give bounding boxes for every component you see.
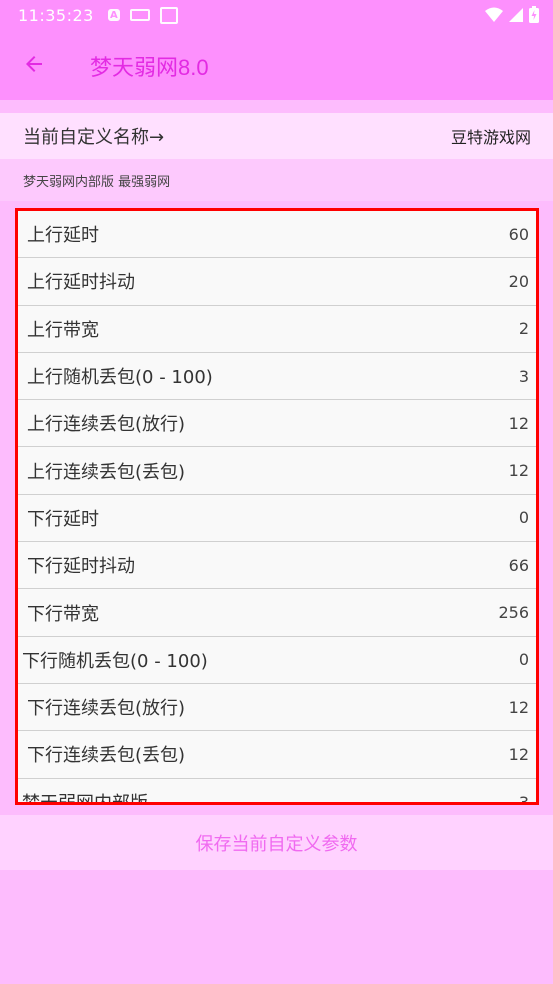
back-arrow-icon[interactable] [22,52,46,76]
setting-label: 上行随机丢包(0 - 100) [27,367,213,389]
setting-value: 12 [508,413,529,433]
setting-row[interactable]: 下行连续丢包(丢包) 12 [18,731,536,779]
setting-row[interactable]: 下行随机丢包(0 - 100) 0 [18,637,536,684]
setting-label: 上行延时抖动 [27,272,135,294]
status-icons-right [485,6,539,23]
setting-value: 256 [498,603,529,623]
subtitle-text: 梦天弱网内部版 最强弱网 [23,174,171,190]
setting-row[interactable]: 下行延时 0 [18,495,536,543]
setting-label: 下行连续丢包(丢包) [27,745,186,767]
setting-label: 下行连续丢包(放行) [27,698,186,720]
setting-value: 2 [518,319,529,339]
setting-row[interactable]: 上行延时 60 [18,211,536,259]
setting-value: 20 [508,271,529,291]
settings-list[interactable]: 上行延时 60 上行延时抖动 20 上行带宽 2 上行随机丢包(0 - 100)… [15,208,539,805]
setting-value: 12 [508,461,529,481]
setting-label: 下行延时 [27,508,99,530]
setting-label: 梦天弱网内部版 [22,793,148,805]
setting-value: 3 [518,792,529,805]
custom-name-label: 当前自定义名称→ [23,127,165,148]
setting-row[interactable]: 下行延时抖动 66 [18,542,536,590]
setting-value: 12 [508,697,529,717]
setting-row[interactable]: 上行带宽 2 [18,306,536,353]
keyboard-icon [129,9,150,21]
app-bar: 梦天弱网8.0 [0,30,553,100]
setting-row[interactable]: 上行连续丢包(放行) 12 [18,400,536,448]
custom-name-row[interactable]: 当前自定义名称→ 豆特游戏网 [0,113,553,159]
setting-row[interactable]: 梦天弱网内部版 3 [18,779,536,805]
status-icons-left: A [107,6,178,24]
battery-icon [529,6,539,23]
setting-value: 0 [518,508,529,528]
status-time: 11:35:23 [18,5,94,25]
setting-value: 3 [518,366,529,386]
setting-label: 下行延时抖动 [27,556,135,578]
page-title: 梦天弱网8.0 [90,55,209,80]
setting-label: 下行随机丢包(0 - 100) [22,650,208,672]
setting-row[interactable]: 上行延时抖动 20 [18,258,536,306]
setting-row[interactable]: 下行连续丢包(放行) 12 [18,684,536,732]
wifi-icon [485,7,503,22]
setting-value: 0 [518,650,529,670]
a-icon: A [107,9,120,21]
bag-icon [159,6,178,24]
signal-icon [509,7,523,22]
setting-label: 下行带宽 [27,603,99,625]
setting-label: 上行延时 [27,225,99,247]
setting-label: 上行连续丢包(放行) [27,414,186,436]
setting-value: 60 [508,224,529,244]
setting-row[interactable]: 上行随机丢包(0 - 100) 3 [18,353,536,401]
setting-value: 12 [508,744,529,764]
status-bar: 11:35:23 A [0,0,553,30]
custom-name-value: 豆特游戏网 [450,128,531,147]
save-button-label: 保存当前自定义参数 [195,833,358,855]
setting-label: 上行带宽 [27,319,99,341]
setting-label: 上行连续丢包(丢包) [27,461,186,483]
setting-row[interactable]: 下行带宽 256 [18,589,536,637]
setting-value: 66 [508,555,529,575]
setting-row[interactable]: 上行连续丢包(丢包) 12 [18,447,536,495]
save-custom-params-button[interactable]: 保存当前自定义参数 [0,815,553,870]
subtitle-row: 梦天弱网内部版 最强弱网 [0,159,553,201]
